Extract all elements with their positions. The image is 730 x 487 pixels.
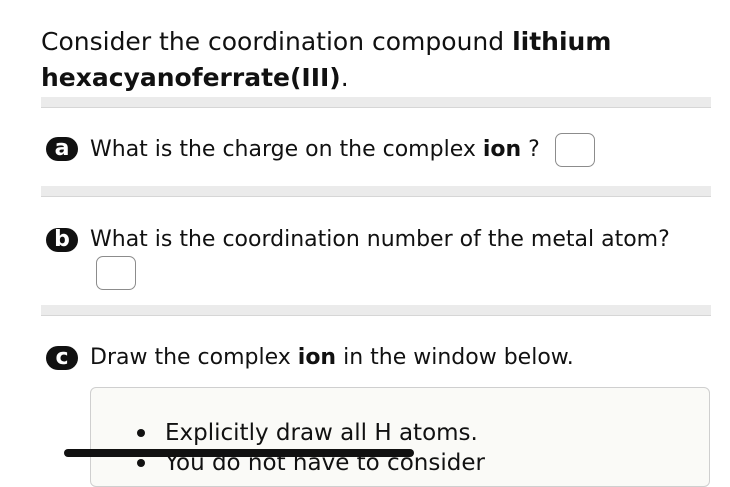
intro-suffix: . [340,63,349,92]
scroll-handle[interactable] [64,449,414,457]
question-c-text: Draw the complex ion in the window below… [90,345,574,370]
charge-answer-input[interactable] [554,133,595,167]
question-b-text: What is the coordination number of the m… [90,224,680,290]
question-c-badge: c [46,346,78,370]
coordination-number-input[interactable] [96,256,136,290]
section-divider [41,305,711,316]
question-b-badge: b [46,228,78,252]
section-divider [41,97,711,108]
bullet-icon [137,459,145,467]
instruction-item: Explicitly draw all H atoms. [137,418,485,448]
instruction-list: Explicitly draw all H atoms. You do not … [137,418,485,478]
question-a-badge: a [46,137,78,161]
section-divider [41,186,711,197]
question-a-text: What is the charge on the complex ion ? [90,133,595,167]
bullet-icon [137,429,145,437]
intro-prefix: Consider the coordination compound [41,27,513,56]
problem-intro: Consider the coordination compound lithi… [41,24,701,96]
